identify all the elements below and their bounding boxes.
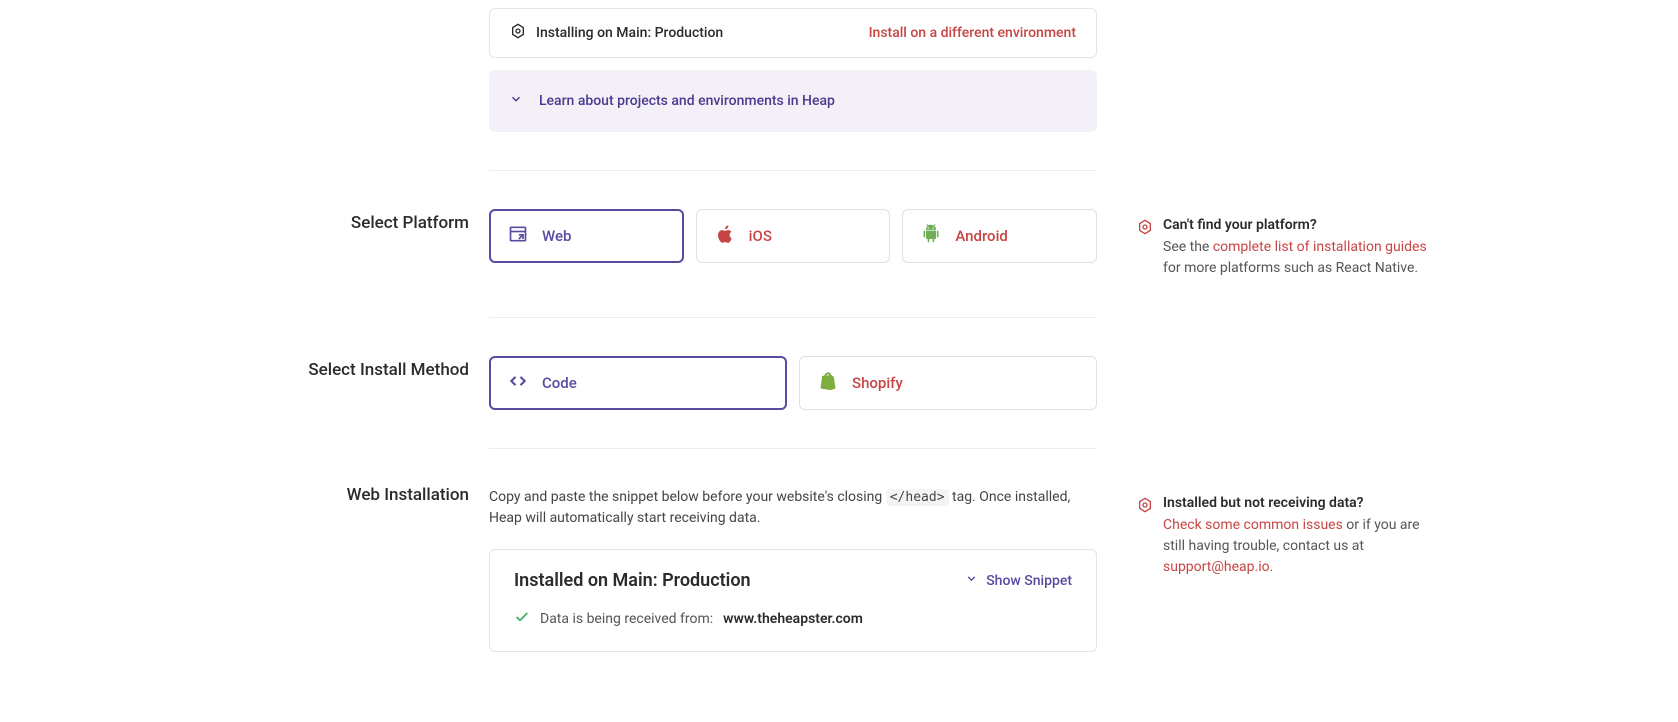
platform-tip-prefix: See the [1163, 239, 1213, 255]
method-tile-code[interactable]: Code [489, 356, 787, 410]
platform-tip-suffix: for more platforms such as React Native. [1163, 260, 1418, 276]
check-icon [514, 609, 530, 629]
code-icon [508, 371, 528, 395]
data-received-label: Data is being received from: [540, 611, 713, 627]
tip-end-text: . [1270, 559, 1274, 575]
installation-tip: Installed but not receiving data? Check … [1137, 487, 1437, 578]
snippet-box: Installed on Main: Production Show Snipp… [489, 549, 1097, 652]
chevron-down-icon [509, 92, 523, 110]
head-tag-code: </head> [886, 489, 949, 506]
method-label-code: Code [542, 374, 577, 392]
desc-prefix: Copy and paste the snippet below before … [489, 489, 886, 505]
android-icon [921, 224, 941, 248]
platform-tile-android[interactable]: Android [902, 209, 1097, 263]
method-label-shopify: Shopify [852, 374, 903, 392]
chevron-down-icon [965, 572, 978, 589]
change-environment-link[interactable]: Install on a different environment [869, 25, 1076, 41]
learn-panel-label: Learn about projects and environments in… [539, 93, 835, 109]
web-icon [508, 224, 528, 248]
environment-info-bar: Installing on Main: Production Install o… [489, 8, 1097, 58]
platform-tip-title: Can't find your platform? [1163, 217, 1437, 233]
data-received-url: www.theheapster.com [723, 611, 863, 627]
settings-icon [510, 23, 526, 43]
tip-icon [1137, 219, 1153, 279]
installation-guides-link[interactable]: complete list of installation guides [1213, 239, 1427, 255]
snippet-title: Installed on Main: Production [514, 570, 751, 591]
environment-text: Installing on Main: Production [536, 25, 723, 41]
shopify-icon [818, 371, 838, 395]
platform-label-android: Android [955, 227, 1008, 245]
method-tile-shopify[interactable]: Shopify [799, 356, 1097, 410]
common-issues-link[interactable]: Check some common issues [1163, 517, 1343, 533]
tip-icon [1137, 497, 1153, 578]
installation-tip-title: Installed but not receiving data? [1163, 495, 1437, 511]
section-label-method: Select Install Method [269, 360, 469, 380]
platform-tip: Can't find your platform? See the comple… [1137, 209, 1437, 279]
platform-label-ios: iOS [749, 227, 772, 245]
platform-tile-ios[interactable]: iOS [696, 209, 891, 263]
show-snippet-label: Show Snippet [986, 573, 1072, 589]
installation-description: Copy and paste the snippet below before … [489, 487, 1097, 529]
learn-panel[interactable]: Learn about projects and environments in… [489, 70, 1097, 132]
show-snippet-toggle[interactable]: Show Snippet [965, 572, 1072, 589]
support-email-link[interactable]: support@heap.io [1163, 559, 1270, 575]
section-label-installation: Web Installation [269, 485, 469, 505]
platform-label-web: Web [542, 227, 571, 245]
section-label-platform: Select Platform [269, 213, 469, 233]
apple-icon [715, 224, 735, 248]
platform-tile-web[interactable]: Web [489, 209, 684, 263]
